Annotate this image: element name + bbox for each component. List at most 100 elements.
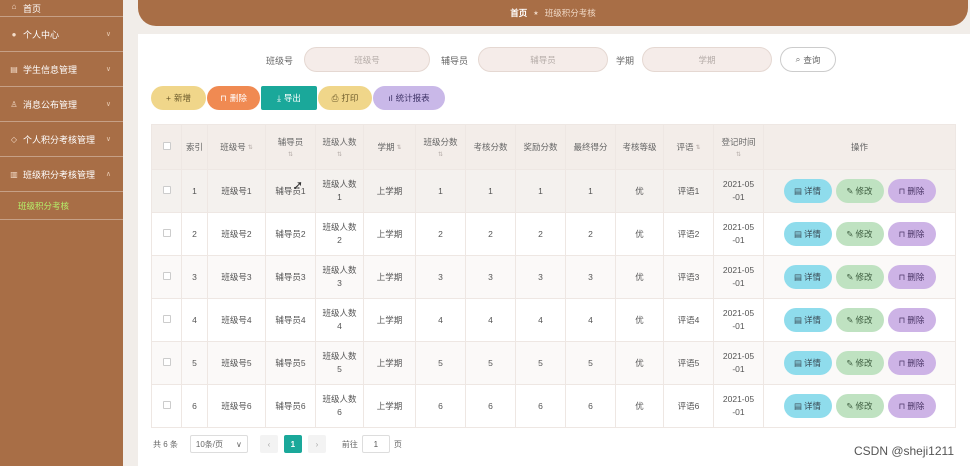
row-checkbox[interactable] [162,185,171,194]
cell-reg-time: 2021-05 -01 [713,255,764,299]
chevron-down-icon: ∨ [236,439,242,449]
sort-icon[interactable]: ⇅ [248,144,253,151]
data-table: 索引 班级号 ⇅ 辅导员 ⇅ 班级人数 ⇅ 学期 ⇅ 班级分数 ⇅ 考核分数 奖励分数 最… [151,124,956,428]
cell-class-size: 班级人数 3 [315,255,364,299]
row-checkbox[interactable] [162,357,171,366]
edit-button[interactable]: ✎ 修改 [835,265,884,289]
detail-button[interactable]: ▤ 详情 [783,351,832,375]
row-checkbox[interactable] [162,314,171,323]
cell-class-size-label: 班级人数 [322,265,357,275]
detail-button[interactable]: ▤ 详情 [783,222,832,246]
row-delete-button[interactable]: ⊓ 删除 [887,265,936,289]
detail-button[interactable]: ▤ 详情 [783,394,832,418]
row-checkbox[interactable] [162,228,171,237]
breadcrumb-home[interactable]: 首页 [510,7,527,19]
cell-comment: 评语4 [663,298,714,342]
header-class-size[interactable]: 班级人数 ⇅ [315,124,364,170]
edit-button[interactable]: ✎ 修改 [835,351,884,375]
row-checkbox-cell[interactable] [151,384,182,428]
breadcrumb-current: 班级积分考核 [544,8,596,18]
delete-button[interactable]: ⊓ 删除 [207,86,260,110]
cell-reward-score: 6 [515,384,566,428]
sidebar-item-personal-score[interactable]: ◇ 个人积分考核管理 ∨ [0,122,123,157]
prev-page-button[interactable]: ‹ [259,435,278,453]
row-checkbox-cell[interactable] [151,298,182,342]
goto-page-input[interactable] [361,435,390,453]
bar-chart-icon: ıl [388,93,393,103]
sidebar-item-label: 首页 [23,4,42,14]
row-delete-button[interactable]: ⊓ 删除 [887,222,936,246]
breadcrumb-separator-icon: ★ [533,10,539,17]
detail-button[interactable]: ▤ 详情 [783,265,832,289]
table-row[interactable]: 5 班级号5 辅导员5 班级人数 5 上学期 5 5 5 5 优评语5 2021-05 -01 ▤ 详情 ✎ 修… [151,341,956,385]
row-delete-button[interactable]: ⊓ 删除 [887,351,936,375]
term-input[interactable] [642,47,772,72]
cell-reg-time: 2021-05 -01 [713,169,764,213]
cell-comment: 评语3 [663,255,714,299]
search-button[interactable]: ⌕ 查询 [780,47,836,72]
page-number-current[interactable]: 1 [283,435,302,453]
counselor-input[interactable] [478,47,608,72]
sidebar-item-student-info[interactable]: ▤ 学生信息管理 ∨ [0,52,123,87]
header-comment[interactable]: 评语 ⇅ [663,124,714,170]
header-class-no[interactable]: 班级号 ⇅ [207,124,266,170]
edit-button[interactable]: ✎ 修改 [835,222,884,246]
select-all-checkbox-cell[interactable] [151,124,182,170]
chevron-right-icon: › [315,439,319,449]
table-row[interactable]: 6 班级号6 辅导员6 班级人数 6 上学期 6 6 6 6 优评语6 2021-05 -01 ▤ 详情 ✎ 修… [151,384,956,428]
header-grade: 考核等级 [615,124,664,170]
sidebar-item-personal-center[interactable]: ● 个人中心 ∨ [0,17,123,52]
page-size-select[interactable]: 10条/页 ∨ [189,435,248,453]
cell-index: 6 [181,384,208,428]
sort-icon[interactable]: ⇅ [266,151,315,158]
table-row[interactable]: 1 班级号1 辅导员1 班级人数 1 上学期 1 1 1 1 优评语1 2021-05 -01 ▤ 详情 ✎ 修… [151,169,956,213]
cell-assess-score: 1 [465,169,516,213]
cell-class-size-label: 班级人数 [322,308,357,318]
detail-button-label: 详情 [804,229,822,239]
table-row[interactable]: 2 班级号2 辅导员2 班级人数 2 上学期 2 2 2 2 优评语2 2021-05 -01 ▤ 详情 ✎ 修… [151,212,956,256]
edit-button[interactable]: ✎ 修改 [835,394,884,418]
header-counselor[interactable]: 辅导员 ⇅ [265,124,316,170]
row-checkbox[interactable] [162,271,171,280]
class-no-input[interactable] [304,47,430,72]
row-delete-button[interactable]: ⊓ 删除 [887,179,936,203]
sort-icon[interactable]: ⇅ [416,151,465,158]
header-reg-time[interactable]: 登记时间 ⇅ [713,124,764,170]
cell-counselor: 辅导员3 [265,255,316,299]
row-checkbox-cell[interactable] [151,212,182,256]
sort-icon[interactable]: ⇅ [316,151,363,158]
row-delete-button[interactable]: ⊓ 删除 [887,394,936,418]
sidebar-item-messages[interactable]: ♙ 消息公布管理 ∨ [0,87,123,122]
row-delete-button[interactable]: ⊓ 删除 [887,308,936,332]
cell-class-size-value: 6 [337,407,342,417]
select-all-checkbox[interactable] [162,142,171,150]
search-row: 班级号 辅导员 学期 ⌕ 查询 [138,46,970,74]
header-term[interactable]: 学期 ⇅ [363,124,416,170]
row-checkbox-cell[interactable] [151,341,182,385]
row-checkbox-cell[interactable] [151,169,182,213]
stats-button[interactable]: ıl 统计报表 [373,86,445,110]
sort-icon[interactable]: ⇅ [695,144,700,151]
header-class-score[interactable]: 班级分数 ⇅ [415,124,466,170]
detail-button[interactable]: ▤ 详情 [783,179,832,203]
detail-button[interactable]: ▤ 详情 [783,308,832,332]
sidebar-item-class-score[interactable]: ▥ 班级积分考核管理 ∧ [0,157,123,192]
id-card-icon: ▤ [10,64,18,74]
table-row[interactable]: 4 班级号4 辅导员4 班级人数 4 上学期 4 4 4 4 优评语4 2021-05 -01 ▤ 详情 ✎ 修… [151,298,956,342]
cell-class-size-value: 4 [337,321,342,331]
cell-reg-time-date: 2021-05 [722,179,755,189]
counselor-label: 辅导员 [441,56,469,66]
edit-button[interactable]: ✎ 修改 [835,308,884,332]
sidebar-subitem-class-score[interactable]: 班级积分考核 [0,192,123,220]
add-button[interactable]: + 新增 [151,86,206,110]
export-button[interactable]: ⤓ 导出 [261,86,317,110]
sidebar-item-home[interactable]: ⌂ 首页 [0,0,123,17]
print-button[interactable]: ⎙ 打印 [318,86,372,110]
table-row[interactable]: 3 班级号3 辅导员3 班级人数 3 上学期 3 3 3 3 优评语3 2021-05 -01 ▤ 详情 ✎ 修… [151,255,956,299]
sort-icon[interactable]: ⇅ [396,144,401,151]
edit-button[interactable]: ✎ 修改 [835,179,884,203]
next-page-button[interactable]: › [307,435,326,453]
sort-icon[interactable]: ⇅ [714,151,763,158]
row-checkbox-cell[interactable] [151,255,182,299]
row-checkbox[interactable] [162,400,171,409]
